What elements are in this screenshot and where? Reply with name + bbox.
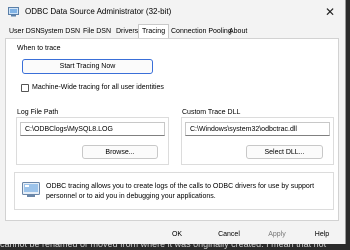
close-icon[interactable]: ✕ bbox=[322, 4, 338, 20]
tab-drivers[interactable]: Drivers bbox=[113, 26, 141, 38]
help-button[interactable]: Help bbox=[302, 228, 342, 241]
log-file-path-field[interactable]: C:\ODBClogs\MySQL8.LOG bbox=[20, 122, 165, 136]
log-file-path-label: Log File Path bbox=[17, 109, 59, 116]
tab-connection-pooling[interactable]: Connection Pooling bbox=[168, 26, 235, 38]
window-title: ODBC Data Source Administrator (32-bit) bbox=[25, 7, 172, 16]
apply-button[interactable]: Apply bbox=[255, 228, 299, 241]
machine-wide-checkbox[interactable] bbox=[21, 84, 29, 92]
tab-tracing[interactable]: Tracing bbox=[138, 24, 170, 38]
title-bar: ODBC Data Source Administrator (32-bit) … bbox=[0, 0, 345, 24]
odbc-info-icon bbox=[22, 182, 40, 197]
tab-about[interactable]: About bbox=[226, 26, 250, 38]
odbc-dialog-window: ODBC Data Source Administrator (32-bit) … bbox=[0, 0, 346, 244]
tab-file-dsn[interactable]: File DSN bbox=[80, 26, 114, 38]
info-text: ODBC tracing allows you to create logs o… bbox=[46, 183, 315, 200]
tracing-panel: When to trace Start Tracing Now Machine-… bbox=[5, 38, 339, 221]
custom-dll-field[interactable]: C:\Windows\system32\odbctrac.dll bbox=[185, 122, 330, 136]
browse-button[interactable]: Browse... bbox=[82, 145, 158, 159]
select-dll-button[interactable]: Select DLL... bbox=[246, 145, 323, 159]
machine-wide-label: Machine-Wide tracing for all user identi… bbox=[32, 84, 164, 91]
cancel-button[interactable]: Cancel bbox=[205, 228, 253, 241]
odbc-app-icon bbox=[8, 7, 19, 17]
when-to-trace-label: When to trace bbox=[17, 45, 61, 52]
ok-button[interactable]: OK bbox=[155, 228, 199, 241]
start-tracing-button[interactable]: Start Tracing Now bbox=[22, 59, 153, 74]
custom-trace-dll-label: Custom Trace DLL bbox=[182, 109, 241, 116]
tab-system-dsn[interactable]: System DSN bbox=[37, 26, 83, 38]
